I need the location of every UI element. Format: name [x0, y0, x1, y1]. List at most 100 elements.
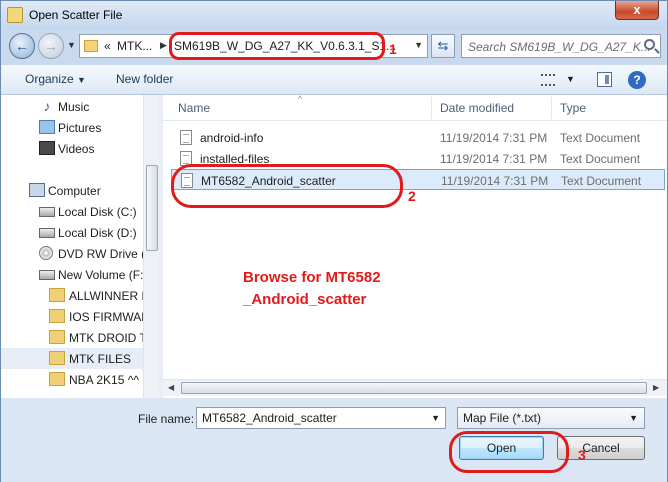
file-name-field[interactable]: MT6582_Android_scatter ▼	[196, 407, 446, 429]
sidebar-item-dvd-drive[interactable]: DVD RW Drive (	[1, 243, 146, 264]
new-folder-button[interactable]: New folder	[116, 72, 173, 86]
file-row[interactable]: installed-files 11/19/2014 7:31 PM Text …	[171, 148, 665, 169]
scrollbar-thumb[interactable]	[146, 165, 158, 251]
column-headers: ^ Name Date modified Type	[163, 94, 667, 121]
column-date-modified[interactable]: Date modified	[440, 101, 514, 115]
close-icon: x	[633, 2, 641, 17]
file-row[interactable]: android-info 11/19/2014 7:31 PM Text Doc…	[171, 127, 665, 148]
file-type: Text Document	[561, 174, 642, 188]
address-dropdown-icon[interactable]: ▼	[414, 40, 423, 50]
organize-label: Organize	[25, 72, 74, 86]
sidebar-item-music[interactable]: ♪ Music	[1, 96, 143, 117]
sidebar-item-local-disk-d[interactable]: Local Disk (D:)	[1, 222, 143, 243]
sidebar-item-label: Computer	[48, 184, 101, 198]
file-type-value: Map File (*.txt)	[463, 411, 542, 425]
preview-pane-icon[interactable]	[597, 72, 612, 87]
annotation-number-1: 1	[389, 41, 397, 57]
help-icon[interactable]: ?	[628, 71, 646, 89]
search-input[interactable]: Search SM619B_W_DG_A27_K...	[461, 34, 661, 58]
column-divider[interactable]	[551, 97, 552, 119]
scroll-left-icon[interactable]: ◀	[168, 383, 174, 392]
view-options-icon[interactable]	[541, 74, 555, 86]
sidebar-item-videos[interactable]: Videos	[1, 138, 143, 159]
open-scatter-dialog: Open Scatter File x ← → ▼ « MTK... ▶ SM6…	[0, 0, 668, 482]
file-date: 11/19/2014 7:31 PM	[440, 152, 548, 166]
sidebar-item-label: ALLWINNER F	[69, 289, 149, 303]
folder-icon	[49, 309, 65, 323]
sidebar-item-label: IOS FIRMWAR	[69, 310, 150, 324]
breadcrumb-item[interactable]: SM619B_W_DG_A27_KK_V0.6.3.1_S1...	[174, 39, 396, 53]
column-type[interactable]: Type	[560, 101, 586, 115]
navigation-bar: ← → ▼ « MTK... ▶ SM619B_W_DG_A27_KK_V0.6…	[1, 29, 667, 65]
history-dropdown-icon[interactable]: ▼	[67, 40, 76, 50]
file-type: Text Document	[560, 152, 641, 166]
text-file-icon	[180, 130, 192, 145]
scroll-right-icon[interactable]: ▶	[653, 383, 659, 392]
music-icon: ♪	[43, 98, 51, 114]
breadcrumb-overflow[interactable]: «	[104, 39, 111, 53]
pictures-icon	[39, 120, 55, 134]
disk-icon	[39, 270, 55, 280]
annotation-note-line2: _Android_scatter	[243, 291, 367, 308]
sidebar-item-label: DVD RW Drive (	[58, 247, 146, 261]
sidebar-item-label: Pictures	[58, 121, 102, 135]
forward-arrow-icon: →	[44, 38, 58, 54]
sidebar-item-local-disk-c[interactable]: Local Disk (C:)	[1, 201, 143, 222]
close-button[interactable]: x	[615, 1, 659, 20]
sidebar-item-label: NBA 2K15 ^^	[69, 373, 139, 387]
chevron-down-icon[interactable]: ▼	[431, 413, 440, 423]
sidebar-scrollbar[interactable]	[143, 95, 159, 398]
sidebar-item-pictures[interactable]: Pictures	[1, 117, 143, 138]
sidebar-item-ios-firmware[interactable]: IOS FIRMWAR	[1, 306, 150, 327]
disk-icon	[39, 207, 55, 217]
breadcrumb-arrow-icon[interactable]: ▶	[160, 40, 167, 51]
sidebar-item-label: MTK FILES	[69, 352, 132, 366]
sidebar-item-label: Local Disk (D:)	[58, 226, 137, 240]
sidebar-item-allwinner[interactable]: ALLWINNER F	[1, 285, 149, 306]
back-button[interactable]: ←	[9, 33, 35, 59]
file-type-select[interactable]: Map File (*.txt) ▼	[457, 407, 645, 429]
refresh-button[interactable]: ⇆	[431, 34, 455, 58]
address-bar[interactable]: « MTK... ▶ SM619B_W_DG_A27_KK_V0.6.3.1_S…	[79, 34, 428, 58]
file-type: Text Document	[560, 131, 641, 145]
sidebar-item-label: MTK DROID T	[69, 331, 147, 345]
sidebar-item-label: Local Disk (C:)	[58, 205, 137, 219]
view-dropdown-icon[interactable]: ▼	[566, 74, 575, 84]
cancel-button[interactable]: Cancel	[557, 436, 645, 460]
dialog-footer: File name: MT6582_Android_scatter ▼ Map …	[1, 398, 667, 482]
breadcrumb-item[interactable]: MTK...	[117, 39, 152, 53]
file-name: android-info	[200, 131, 264, 145]
sidebar-item-mtk-droid[interactable]: MTK DROID T	[1, 327, 147, 348]
command-toolbar: Organize ▼ New folder ▼ ?	[1, 65, 667, 95]
dvd-icon	[39, 246, 53, 260]
file-name: MT6582_Android_scatter	[201, 174, 336, 188]
scrollbar-thumb[interactable]	[181, 382, 647, 394]
videos-icon	[39, 141, 55, 155]
disk-icon	[39, 228, 55, 238]
file-name: installed-files	[200, 152, 270, 166]
sidebar-item-mtk-files[interactable]: MTK FILES	[1, 348, 143, 369]
computer-icon	[29, 183, 45, 197]
annotation-number-3: 3	[578, 447, 586, 463]
navigation-pane: ♪ Music Pictures Videos Computer Local D…	[1, 95, 159, 398]
file-list: ^ Name Date modified Type android-info 1…	[163, 94, 667, 398]
folder-icon	[84, 40, 98, 52]
sidebar-item-computer[interactable]: Computer	[1, 180, 143, 201]
title-bar: Open Scatter File x	[1, 1, 667, 29]
chevron-down-icon: ▼	[629, 413, 638, 423]
sidebar-item-nba-2k15[interactable]: NBA 2K15 ^^	[1, 369, 143, 390]
annotation-note-line1: Browse for MT6582	[243, 269, 381, 286]
column-name[interactable]: Name	[178, 101, 210, 115]
refresh-icon: ⇆	[437, 38, 449, 53]
horizontal-scrollbar[interactable]: ◀ ▶	[163, 379, 667, 396]
file-row-selected[interactable]: MT6582_Android_scatter 11/19/2014 7:31 P…	[171, 169, 665, 190]
search-placeholder: Search SM619B_W_DG_A27_K...	[468, 40, 651, 54]
sidebar-item-label: Videos	[58, 142, 95, 156]
organize-button[interactable]: Organize ▼	[25, 72, 86, 86]
forward-button[interactable]: →	[38, 33, 64, 59]
open-button[interactable]: Open	[459, 436, 544, 460]
column-divider[interactable]	[431, 97, 432, 119]
sidebar-item-new-volume[interactable]: New Volume (F:	[1, 264, 143, 285]
folder-icon	[49, 372, 65, 386]
file-name-label: File name:	[138, 412, 195, 426]
